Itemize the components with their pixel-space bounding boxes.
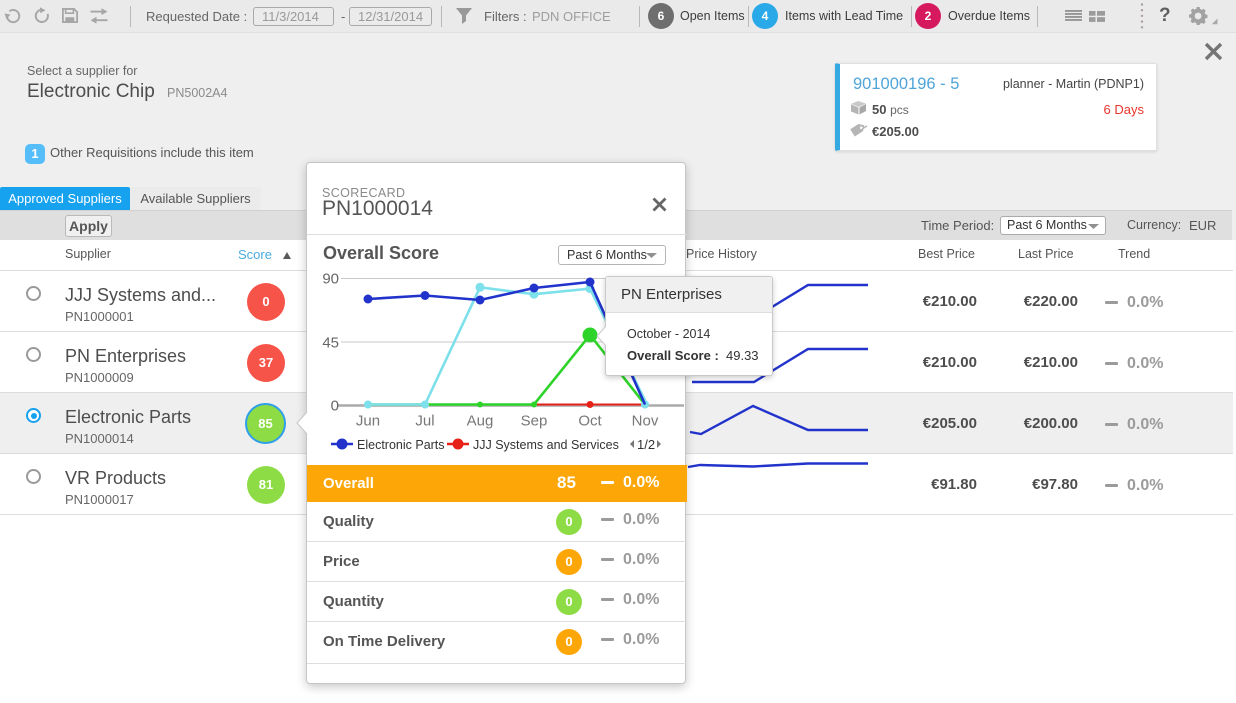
svg-text:0: 0	[331, 398, 339, 415]
svg-text:Jul: Jul	[415, 413, 434, 430]
svg-text:Electronic Parts: Electronic Parts	[357, 438, 445, 452]
svg-text:1/2: 1/2	[637, 437, 655, 452]
svg-text:JJJ Systems and Services: JJJ Systems and Services	[473, 438, 619, 452]
svg-text:Sep: Sep	[521, 413, 548, 430]
svg-text:Aug: Aug	[467, 413, 494, 430]
svg-text:90: 90	[322, 271, 339, 288]
svg-text:Jun: Jun	[356, 413, 380, 430]
svg-text:Nov: Nov	[632, 413, 659, 430]
svg-text:Oct: Oct	[578, 413, 602, 430]
svg-text:45: 45	[322, 335, 339, 352]
